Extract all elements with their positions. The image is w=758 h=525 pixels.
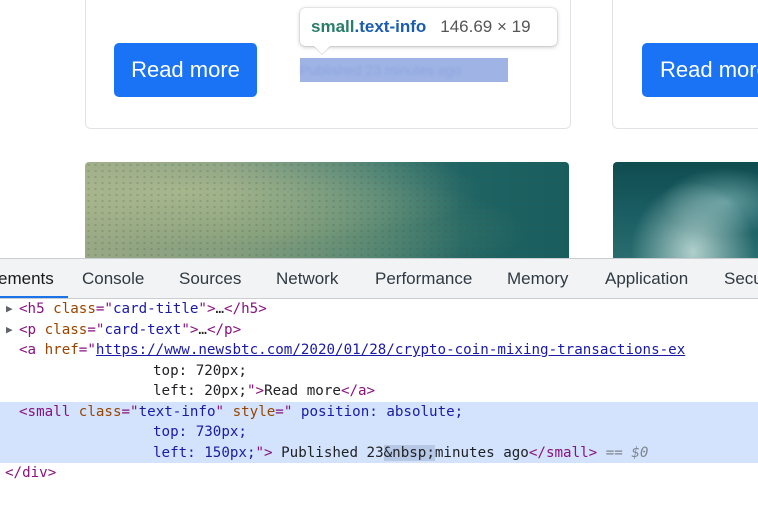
attr-name: style xyxy=(232,403,276,420)
tag-end: </a> xyxy=(340,383,376,399)
attr-eq: =" xyxy=(121,403,139,420)
ellipsis[interactable]: … xyxy=(198,322,207,338)
dom-node-p[interactable]: ▶ <p class="card-text">…</p> xyxy=(0,320,758,341)
tag-end: </div> xyxy=(5,465,57,481)
style-value: top: 720px; xyxy=(153,362,247,379)
tag-end: </p> xyxy=(206,321,242,338)
attr-quote: " xyxy=(215,403,233,420)
node-text: Read more xyxy=(264,383,341,399)
tab-performance[interactable]: Performance xyxy=(375,259,472,298)
tooltip-class-name: .text-info xyxy=(354,17,427,36)
devtools-panel: ements Console Sources Network Performan… xyxy=(0,258,758,492)
dom-node-small-selected[interactable]: <small class="text-info" style=" positio… xyxy=(0,401,758,422)
attr-eq: =" xyxy=(78,342,96,358)
expand-triangle-icon[interactable]: ▶ xyxy=(6,320,13,341)
dom-node-small-selected[interactable]: left: 150px;"> Published 23&nbsp;minutes… xyxy=(0,442,758,463)
page-preview: Read more Read more Published 23 minutes… xyxy=(0,0,758,258)
tag-close: "> xyxy=(246,383,265,399)
style-value: top: 730px; xyxy=(153,424,247,440)
tag-close: "> xyxy=(255,444,273,461)
attr-name: class xyxy=(53,301,96,317)
dom-node-a-style[interactable]: left: 20px;">Read more</a> xyxy=(0,381,758,402)
attr-eq: =" xyxy=(275,403,293,420)
tag-close: "> xyxy=(198,301,216,317)
style-value: position: absolute; xyxy=(292,403,464,420)
dom-node-a-style[interactable]: top: 720px; xyxy=(0,361,758,382)
tag-end: </h5> xyxy=(224,301,267,317)
dom-node-a[interactable]: <a href="https://www.newsbtc.com/2020/01… xyxy=(0,340,758,361)
attr-value: card-title xyxy=(112,301,199,317)
devtools-tab-bar: ements Console Sources Network Performan… xyxy=(0,259,758,299)
attr-eq: =" xyxy=(87,321,105,338)
news-thumbnail-image[interactable] xyxy=(85,162,569,258)
nbsp-entity: &nbsp; xyxy=(383,444,435,461)
element-inspect-tooltip: small .text-info 146.69 × 19 xyxy=(300,8,557,46)
href-link[interactable]: https://www.newsbtc.com/2020/01/28/crypt… xyxy=(96,342,685,358)
dom-node-h5[interactable]: ▶ <h5 class="card-title">…</h5> xyxy=(0,299,758,320)
tab-memory[interactable]: Memory xyxy=(507,259,568,298)
selected-node-marker: == $0 xyxy=(597,444,649,461)
node-text: Published 23 xyxy=(272,444,384,461)
read-more-button[interactable]: Read more xyxy=(642,43,758,97)
tab-console[interactable]: Console xyxy=(82,259,144,298)
tab-elements[interactable]: ements xyxy=(0,259,68,298)
node-text: minutes ago xyxy=(434,444,529,461)
tag-open: <h5 xyxy=(19,301,54,317)
tab-network[interactable]: Network xyxy=(276,259,338,298)
tag-end: </small> xyxy=(528,444,598,461)
expand-triangle-icon[interactable]: ▶ xyxy=(6,299,13,320)
attr-value: card-text xyxy=(104,321,182,338)
ellipsis[interactable]: … xyxy=(216,301,225,317)
read-more-button[interactable]: Read more xyxy=(114,43,257,97)
dom-node-div-close[interactable]: </div> xyxy=(0,463,758,484)
tag-close: "> xyxy=(181,321,199,338)
tag-open: <small xyxy=(19,403,79,420)
tooltip-size: 146.69 × 19 xyxy=(440,17,531,36)
attr-name: class xyxy=(78,403,122,420)
tab-sources[interactable]: Sources xyxy=(179,259,241,298)
attr-name: href xyxy=(44,342,79,358)
attr-value: text-info xyxy=(138,403,216,420)
news-thumbnail-image[interactable] xyxy=(613,162,758,258)
dom-node-small-selected[interactable]: top: 730px; xyxy=(0,422,758,443)
attr-eq: =" xyxy=(95,301,113,317)
style-value: left: 150px; xyxy=(153,444,256,461)
tooltip-tag-name: small xyxy=(311,17,355,36)
style-value: left: 20px; xyxy=(153,383,247,399)
tab-security[interactable]: Secu xyxy=(724,259,758,298)
tag-open: <p xyxy=(19,321,45,338)
tag-open: <a xyxy=(19,342,45,358)
dom-tree: ▶ <h5 class="card-title">…</h5> ▶ <p cla… xyxy=(0,299,758,484)
published-time-text: Published 23 minutes ago xyxy=(300,62,462,78)
attr-name: class xyxy=(44,321,88,338)
tab-application[interactable]: Application xyxy=(605,259,688,298)
